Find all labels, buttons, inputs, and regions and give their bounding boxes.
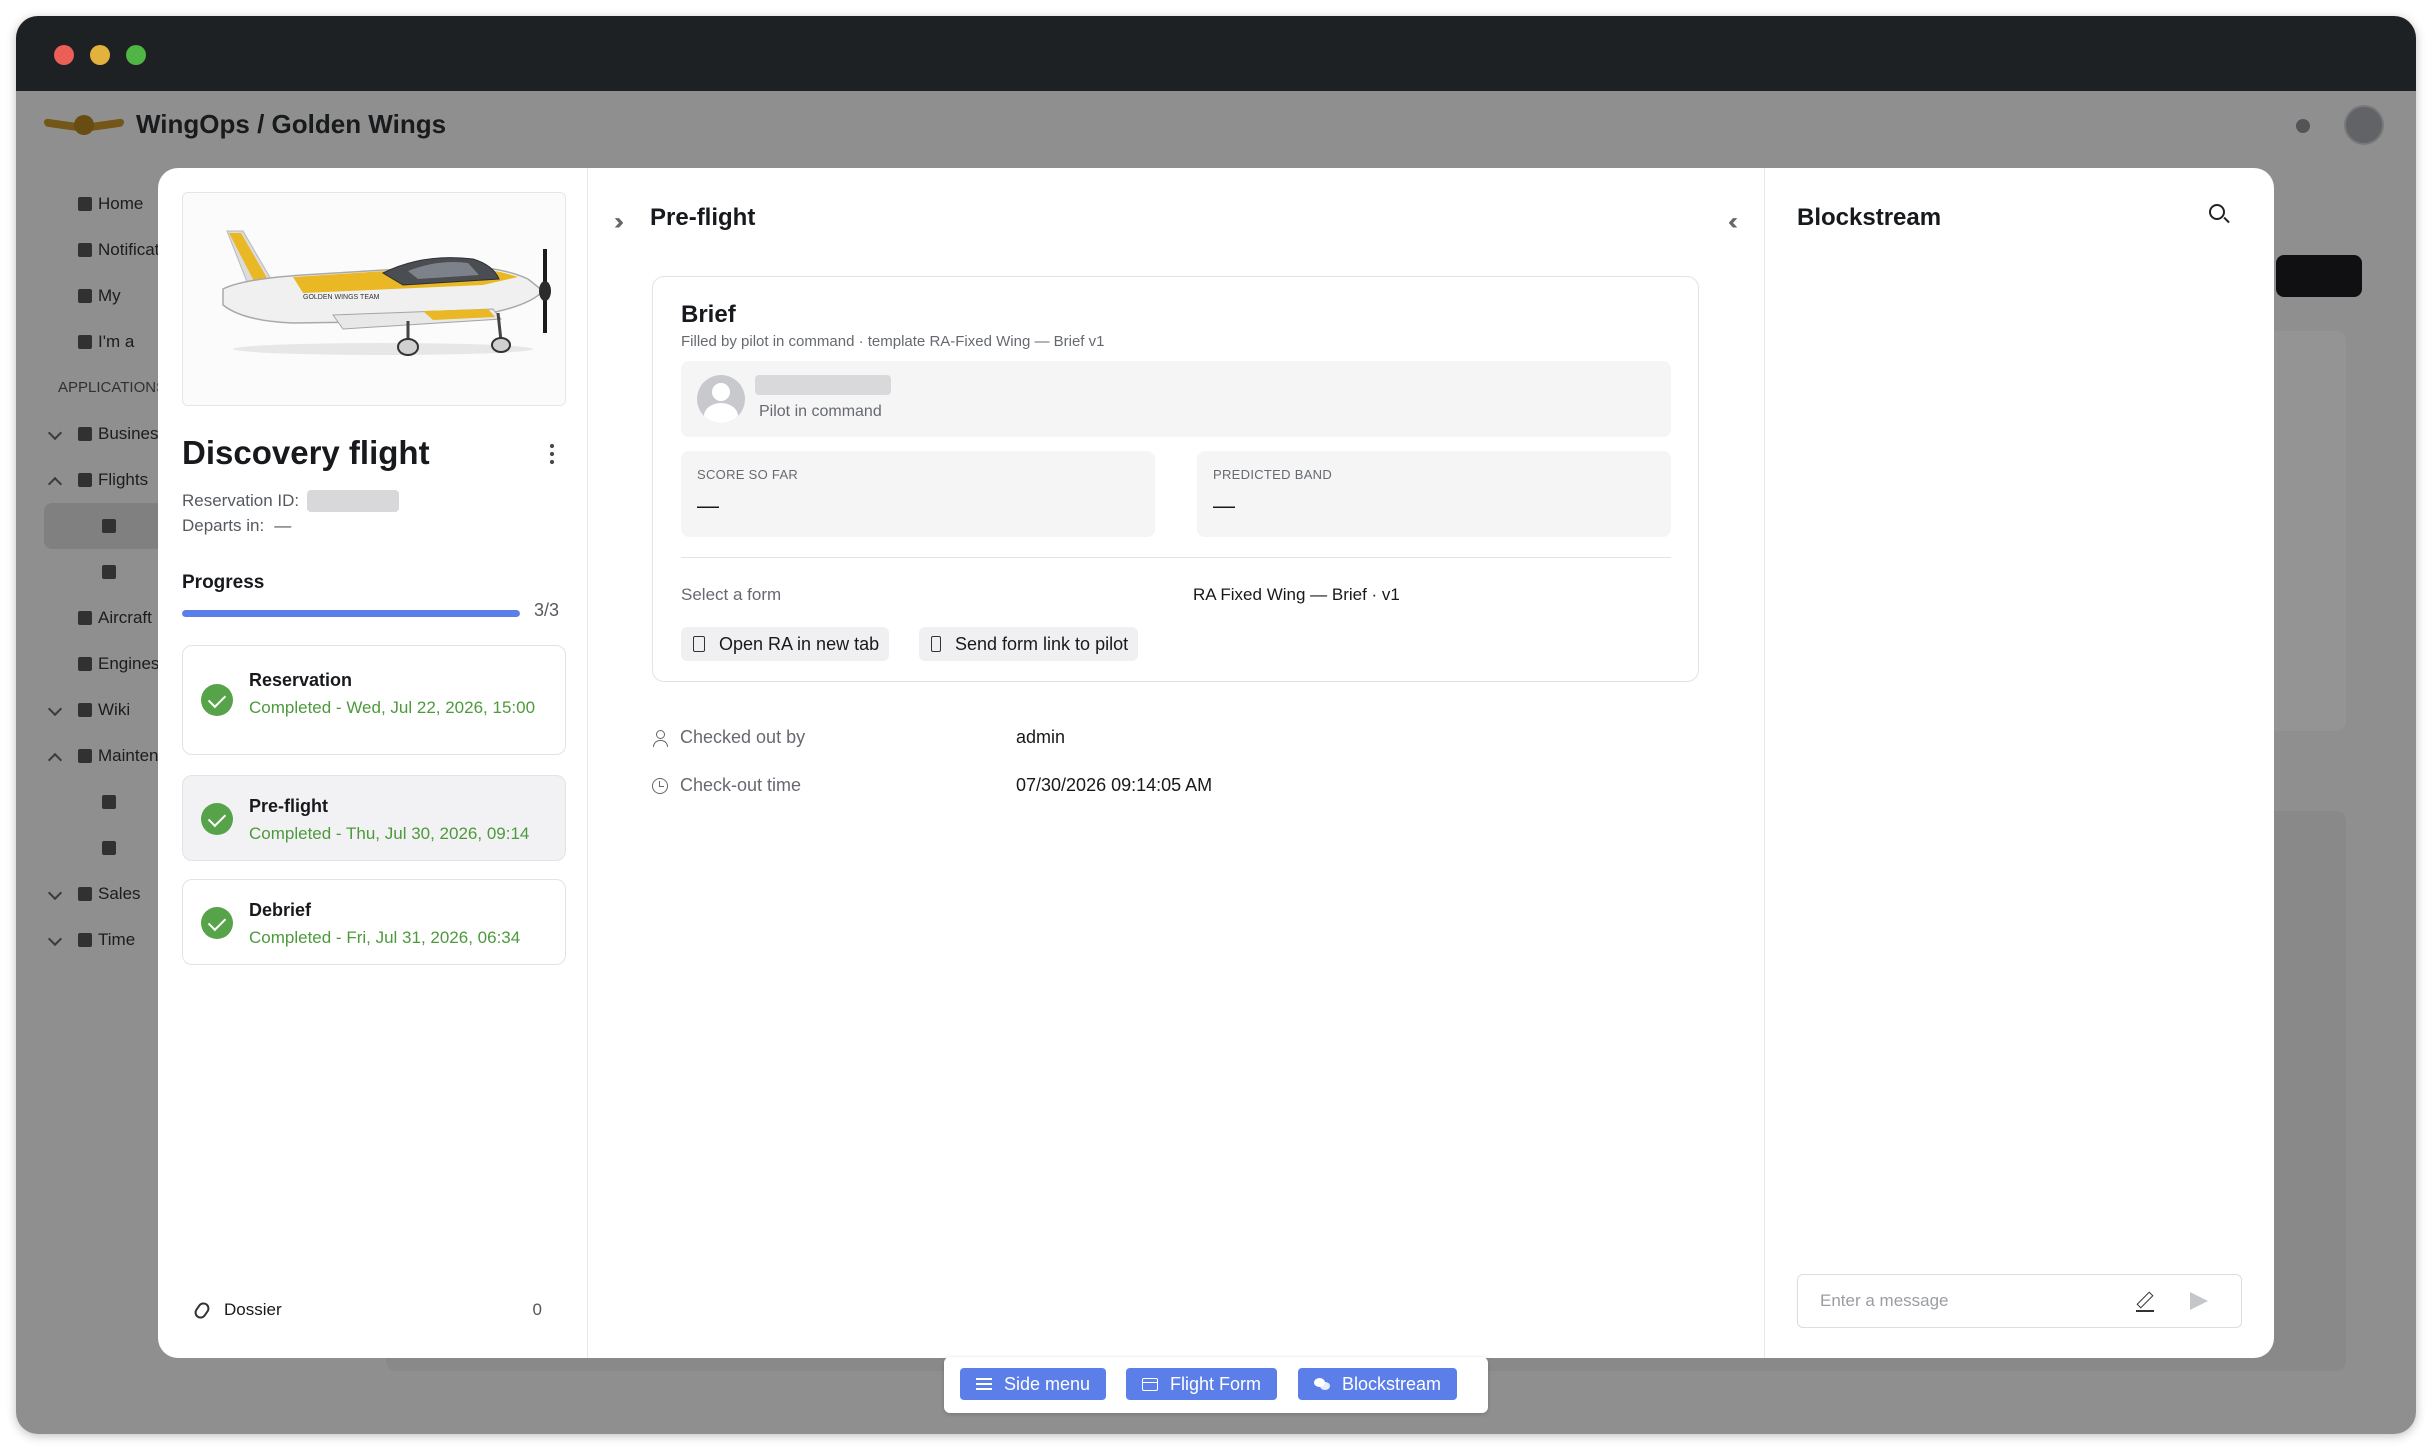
minimize-window-button[interactable]: [90, 45, 110, 65]
pilot-avatar: [697, 375, 745, 423]
document-icon: [693, 636, 705, 652]
checked-out-by-value: admin: [1016, 727, 1066, 747]
score-label: SCORE SO FAR: [697, 467, 799, 482]
pilot-role: Pilot in command: [759, 403, 882, 420]
step-debrief[interactable]: Debrief Completed - Fri, Jul 31, 2026, 0…: [182, 879, 566, 965]
step-title: Reservation: [249, 670, 353, 690]
list-icon: [976, 1377, 992, 1391]
blockstream-title: Blockstream: [1797, 204, 1942, 231]
message-input[interactable]: Enter a message: [1797, 1274, 2242, 1328]
search-icon[interactable]: [2209, 204, 2225, 220]
brief-title: Brief: [681, 301, 736, 328]
send-form-link-label: Send form link to pilot: [955, 633, 1129, 654]
dossier-label: Dossier: [224, 1300, 282, 1319]
collapse-right-icon[interactable]: ‹‹: [1728, 208, 1738, 236]
open-ra-button[interactable]: Open RA in new tab: [681, 627, 890, 661]
select-form-label: Select a form: [681, 585, 782, 604]
flight-detail-modal: GOLDEN WINGS TEAM Discovery flight Reser…: [158, 168, 2274, 1358]
calendar-icon: [1142, 1377, 1158, 1391]
window-titlebar: [16, 16, 2416, 91]
blockstream-panel: Blockstream Enter a message: [1765, 168, 2274, 1358]
progress-title: Progress: [182, 572, 265, 593]
step-status: Completed - Wed, Jul 22, 2026, 15:00: [249, 698, 536, 717]
score-box: SCORE SO FAR —: [681, 451, 1155, 537]
reservation-id-redacted: [307, 490, 400, 512]
check-circle-icon: [201, 684, 233, 716]
dossier-count: 0: [532, 1300, 542, 1319]
pen-icon[interactable]: [2136, 1293, 2154, 1312]
pilot-in-command-box: Pilot in command: [681, 361, 1671, 437]
brief-card: Brief Filled by pilot in command · templ…: [652, 276, 1699, 682]
svg-text:GOLDEN WINGS TEAM: GOLDEN WINGS TEAM: [303, 294, 380, 301]
reservation-id-row: Reservation ID:: [182, 490, 400, 512]
maximize-window-button[interactable]: [126, 45, 146, 65]
checked-out-by-label: Checked out by: [652, 727, 805, 748]
panel-toggle-bar: Side menu Flight Form Blockstream: [944, 1357, 1488, 1413]
message-placeholder: Enter a message: [1820, 1291, 1949, 1310]
panel-title: Pre-flight: [650, 204, 756, 231]
expand-left-icon[interactable]: ››: [614, 208, 624, 236]
step-status: Completed - Fri, Jul 31, 2026, 06:34: [249, 928, 521, 947]
person-icon: [652, 729, 668, 747]
open-ra-label: Open RA in new tab: [719, 633, 880, 654]
step-status: Completed - Thu, Jul 30, 2026, 09:14: [249, 824, 530, 843]
predicted-band-box: PREDICTED BAND —: [1197, 451, 1671, 537]
flight-title: Discovery flight: [182, 434, 430, 471]
phone-icon: [931, 636, 941, 652]
flight-summary-panel: GOLDEN WINGS TEAM Discovery flight Reser…: [158, 168, 588, 1358]
send-form-link-button[interactable]: Send form link to pilot: [919, 627, 1139, 661]
blockstream-button[interactable]: Blockstream: [1298, 1368, 1458, 1400]
step-title: Pre-flight: [249, 796, 328, 816]
departs-label: Departs in:: [182, 516, 265, 535]
side-menu-button[interactable]: Side menu: [960, 1368, 1107, 1400]
step-title: Debrief: [249, 900, 312, 920]
flight-form-button[interactable]: Flight Form: [1126, 1368, 1278, 1400]
select-form-value[interactable]: RA Fixed Wing — Brief · v1: [1193, 585, 1400, 605]
reservation-id-label: Reservation ID:: [182, 491, 300, 510]
checkout-time-label: Check-out time: [652, 775, 801, 796]
check-circle-icon: [201, 803, 233, 835]
progress-bar-fill: [182, 610, 520, 617]
brief-subtitle: Filled by pilot in command · template RA…: [681, 333, 1105, 350]
step-pre-flight[interactable]: Pre-flight Completed - Thu, Jul 30, 2026…: [182, 775, 566, 861]
send-icon[interactable]: [2190, 1292, 2208, 1310]
step-reservation[interactable]: Reservation Completed - Wed, Jul 22, 202…: [182, 645, 566, 755]
close-window-button[interactable]: [54, 45, 74, 65]
checkout-time-value: 07/30/2026 09:14:05 AM: [1016, 775, 1213, 795]
check-circle-icon: [201, 907, 233, 939]
departs-value: —: [274, 516, 292, 535]
divider: [681, 557, 1671, 558]
aircraft-image: GOLDEN WINGS TEAM: [182, 192, 566, 406]
predicted-band-label: PREDICTED BAND: [1213, 467, 1333, 482]
chat-icon: [1314, 1377, 1330, 1391]
predicted-band-value: —: [1213, 493, 1235, 518]
progress-bar: [182, 610, 520, 617]
score-value: —: [697, 493, 719, 518]
progress-count: 3/3: [534, 600, 560, 620]
paperclip-icon: [192, 1300, 212, 1321]
clock-icon: [652, 777, 668, 794]
more-options-icon[interactable]: [550, 444, 554, 464]
dossier-row[interactable]: Dossier 0: [182, 1296, 566, 1326]
pilot-name-redacted: [755, 375, 891, 395]
departs-row: Departs in: —: [182, 516, 291, 536]
